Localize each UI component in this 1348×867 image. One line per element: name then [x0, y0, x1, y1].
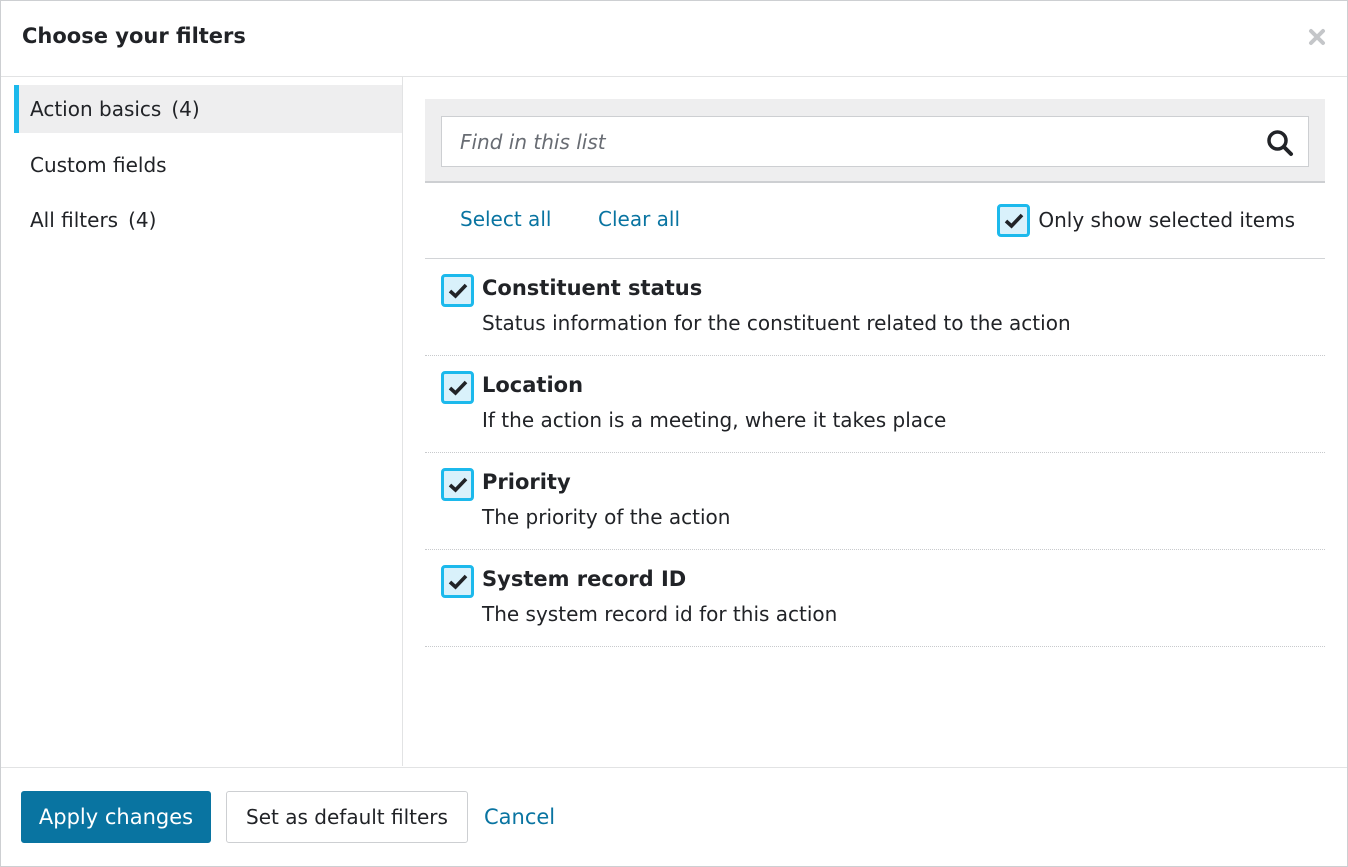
sidebar-item-all-filters[interactable]: All filters (4) — [14, 196, 402, 244]
filter-checkbox[interactable] — [441, 274, 474, 307]
set-default-filters-button[interactable]: Set as default filters — [226, 791, 468, 843]
modal-title: Choose your filters — [22, 24, 246, 48]
filter-list-panel: Select all Clear all Only show selected … — [425, 99, 1325, 699]
filter-checkbox[interactable] — [441, 468, 474, 501]
search-box — [441, 116, 1309, 167]
search-icon[interactable] — [1266, 129, 1294, 157]
filter-description: Status information for the constituent r… — [482, 311, 1071, 335]
close-icon[interactable] — [1307, 27, 1327, 47]
filter-modal: Choose your filters Action basics (4) Cus… — [0, 0, 1348, 867]
list-item: System record ID The system record id fo… — [425, 550, 1325, 647]
filter-checkbox[interactable] — [441, 565, 474, 598]
list-item: Location If the action is a meeting, whe… — [425, 356, 1325, 453]
search-bar — [425, 99, 1325, 183]
sidebar-item-count: (4) — [171, 97, 200, 121]
sidebar-item-action-basics[interactable]: Action basics (4) — [14, 85, 402, 133]
clear-all-link[interactable]: Clear all — [598, 207, 680, 231]
search-input[interactable] — [442, 117, 1242, 166]
cancel-link[interactable]: Cancel — [484, 805, 555, 829]
list-toolbar: Select all Clear all Only show selected … — [425, 183, 1325, 259]
filter-description: If the action is a meeting, where it tak… — [482, 408, 947, 432]
sidebar-item-label: Custom fields — [30, 153, 167, 177]
list-item: Constituent status Status information fo… — [425, 259, 1325, 356]
filter-list: Constituent status Status information fo… — [425, 259, 1325, 647]
sidebar-item-custom-fields[interactable]: Custom fields — [14, 141, 402, 189]
filter-description: The system record id for this action — [482, 602, 838, 626]
only-show-selected-label: Only show selected items — [1038, 208, 1295, 232]
checkmark-icon — [448, 283, 468, 299]
modal-footer: Apply changes Set as default filters Can… — [1, 767, 1347, 867]
checkmark-icon — [448, 380, 468, 396]
only-show-selected-toggle[interactable]: Only show selected items — [997, 203, 1295, 237]
checkmark-icon — [448, 477, 468, 493]
sidebar-item-label: Action basics — [30, 97, 162, 121]
filter-category-sidebar: Action basics (4) Custom fields All filte… — [1, 77, 403, 766]
select-all-link[interactable]: Select all — [460, 207, 551, 231]
filter-checkbox[interactable] — [441, 371, 474, 404]
only-show-selected-checkbox[interactable] — [997, 203, 1031, 237]
filter-title: System record ID — [482, 567, 687, 591]
checkmark-icon — [448, 574, 468, 590]
checkmark-icon — [1005, 213, 1024, 229]
filter-title: Constituent status — [482, 276, 703, 300]
modal-header: Choose your filters — [1, 1, 1347, 77]
list-item: Priority The priority of the action — [425, 453, 1325, 550]
filter-title: Location — [482, 373, 584, 397]
sidebar-item-count: (4) — [128, 208, 157, 232]
apply-changes-button[interactable]: Apply changes — [21, 791, 211, 843]
sidebar-item-label: All filters — [30, 208, 119, 232]
filter-title: Priority — [482, 470, 571, 494]
filter-description: The priority of the action — [482, 505, 731, 529]
